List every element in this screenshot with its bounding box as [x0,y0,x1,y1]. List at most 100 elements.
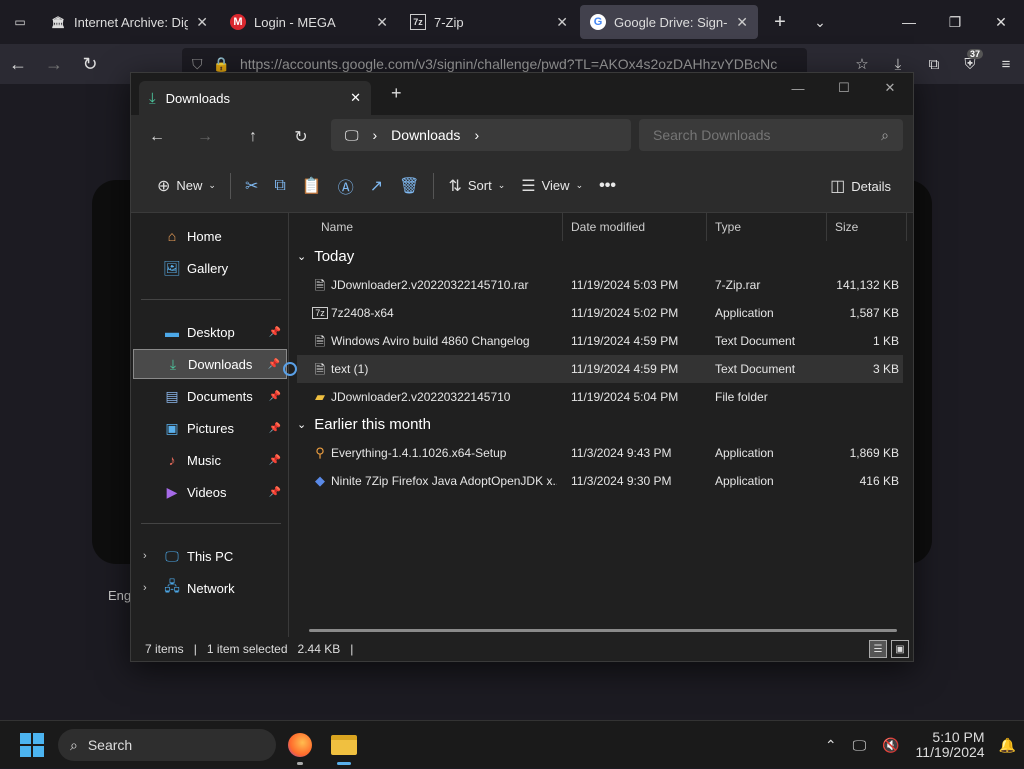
network-icon[interactable]: 🖵 [845,737,875,754]
view-button[interactable]: ☰ View ⌄ [513,169,591,203]
group-header-today[interactable]: ⌄ Today [297,243,354,269]
list-all-tabs-icon[interactable]: ⌄ [800,14,840,31]
forward-button[interactable]: → [36,44,72,84]
table-row[interactable]: 🗎 text (1) 11/19/2024 4:59 PM Text Docum… [283,355,903,383]
pin-icon[interactable]: 📌 [268,359,280,370]
search-box[interactable]: ⌕ [639,119,903,151]
share-button[interactable]: ↗ [362,169,391,203]
table-row[interactable]: ⚲ Everything-1.4.1.1026.x64-Setup 11/3/2… [297,439,903,467]
close-window-button[interactable]: ✕ [867,73,913,103]
table-row[interactable]: ▰ JDownloader2.v20220322145710 11/19/202… [297,383,903,411]
monitor-icon[interactable]: 🖵 [345,127,359,144]
details-view-icon[interactable]: ☰ [869,640,887,658]
sidebar-item-desktop[interactable]: ▬ Desktop 📌 [133,317,287,347]
table-row[interactable]: 7z 7z2408-x64 11/19/2024 5:02 PM Applica… [297,299,903,327]
group-header-earlier[interactable]: ⌄ Earlier this month [297,411,431,437]
search-icon[interactable]: ⌕ [881,127,889,144]
maximize-button[interactable]: ❐ [932,0,978,44]
windows-start-icon[interactable] [20,733,44,757]
forward-arrow-icon[interactable]: → [191,125,219,149]
ublock-icon[interactable]: ⛨ 37 [952,44,988,84]
close-icon[interactable]: ✕ [376,14,388,31]
shield-icon[interactable]: ⛉ [192,56,203,73]
pin-icon[interactable]: 📌 [269,423,281,434]
file-name: Windows Aviro build 4860 Changelog [331,334,530,348]
search-input[interactable] [653,127,882,143]
selection-checkbox[interactable] [283,362,297,376]
chevron-up-icon[interactable]: ⌃ [817,737,845,754]
file-date: 11/3/2024 9:30 PM [571,474,672,488]
chevron-right-icon[interactable]: › [373,127,378,143]
sidebar-item-downloads[interactable]: ⤓ Downloads 📌 [133,349,287,379]
chevron-right-icon[interactable]: › [474,127,479,143]
file-type: 7-Zip.rar [715,278,761,292]
pin-icon[interactable]: 📌 [269,455,281,466]
sidebar-item-documents[interactable]: ▤ Documents 📌 [133,381,287,411]
browser-tab-google-drive[interactable]: G Google Drive: Sign-in ✕ [580,5,758,39]
browser-tab-mega[interactable]: M Login - MEGA ✕ [220,5,398,39]
close-window-button[interactable]: ✕ [978,0,1024,44]
back-arrow-icon[interactable]: ← [143,125,171,149]
minimize-button[interactable]: — [886,0,932,44]
refresh-icon[interactable]: ↻ [287,125,315,149]
tiles-view-icon[interactable]: ▣ [891,640,909,658]
firefox-icon[interactable] [284,729,316,765]
copy-button[interactable]: ⧉ [266,169,293,203]
taskbar-search[interactable]: ⌕ Search [58,729,276,761]
sidebar-item-videos[interactable]: ▶ Videos 📌 [133,477,287,507]
pin-icon[interactable]: 📌 [269,391,281,402]
file-explorer-icon[interactable] [328,729,360,765]
close-icon[interactable]: ✕ [350,90,361,106]
paste-button[interactable]: 📋 [294,169,330,203]
sidebar-item-network[interactable]: › 🖧 Network [133,573,287,603]
minimize-button[interactable]: — [775,73,821,103]
sort-button[interactable]: ⇅ Sort ⌄ [440,169,513,203]
lock-icon[interactable]: 🔒 [213,56,230,73]
breadcrumb[interactable]: 🖵 › Downloads › [331,119,631,151]
menu-icon[interactable]: ≡ [988,44,1024,84]
column-header-date[interactable]: Date modified [563,213,707,241]
new-button[interactable]: ⊕ New ⌄ [149,169,224,203]
reload-button[interactable]: ↻ [72,44,108,84]
volume-muted-icon[interactable]: 🔇 [874,737,907,754]
explorer-new-tab-button[interactable]: + [391,83,402,104]
close-icon[interactable]: ✕ [736,14,748,31]
chevron-right-icon[interactable]: › [143,582,147,594]
sidebar-item-gallery[interactable]: 🖼 Gallery [133,253,287,283]
rename-button[interactable]: Ⓐ [330,169,362,203]
table-row[interactable]: 🗎 Windows Aviro build 4860 Changelog 11/… [297,327,903,355]
sidebar-item-pictures[interactable]: ▣ Pictures 📌 [133,413,287,443]
breadcrumb-downloads[interactable]: Downloads [391,127,460,143]
horizontal-scrollbar[interactable] [309,629,897,632]
column-header-size[interactable]: Size [827,213,907,241]
chevron-right-icon[interactable]: › [143,550,147,562]
up-arrow-icon[interactable]: ↑ [239,125,267,149]
details-button[interactable]: ◫ Details [822,169,899,203]
close-icon[interactable]: ✕ [556,14,568,31]
table-row[interactable]: 🗎 JDownloader2.v20220322145710.rar 11/19… [297,271,903,299]
explorer-tab-downloads[interactable]: ⤓ Downloads ✕ [139,81,371,115]
language-selector[interactable]: Eng [108,588,131,603]
notification-bell-icon[interactable]: 🔔 [991,737,1024,754]
pin-icon[interactable]: 📌 [269,327,281,338]
url-text[interactable]: https://accounts.google.com/v3/signin/ch… [240,56,777,72]
new-tab-button[interactable]: + [760,11,800,34]
column-header-name[interactable]: Name [313,213,563,241]
browser-tab-7zip[interactable]: 7z 7-Zip ✕ [400,5,578,39]
sidebar-item-music[interactable]: ♪ Music 📌 [133,445,287,475]
clock[interactable]: 5:10 PM 11/19/2024 [908,730,991,760]
pin-icon[interactable]: 📌 [269,487,281,498]
column-header-type[interactable]: Type [707,213,827,241]
cut-button[interactable]: ✂ [237,169,266,203]
close-icon[interactable]: ✕ [196,14,208,31]
sidebar-item-this-pc[interactable]: › 🖵 This PC [133,541,287,571]
sidebar-item-home[interactable]: ⌂ Home [133,221,287,251]
back-button[interactable]: ← [0,44,36,84]
delete-button[interactable]: 🗑 [391,169,427,203]
table-row[interactable]: ◆ Ninite 7Zip Firefox Java AdoptOpenJDK … [297,467,903,495]
maximize-button[interactable]: ☐ [821,73,867,103]
firefox-view-icon[interactable]: ▭ [0,0,40,44]
browser-tab-internet-archive[interactable]: 🏛 Internet Archive: Digita ✕ [40,5,218,39]
more-options-button[interactable]: ••• [591,169,624,203]
extensions-icon[interactable]: ⧉ [916,44,952,84]
